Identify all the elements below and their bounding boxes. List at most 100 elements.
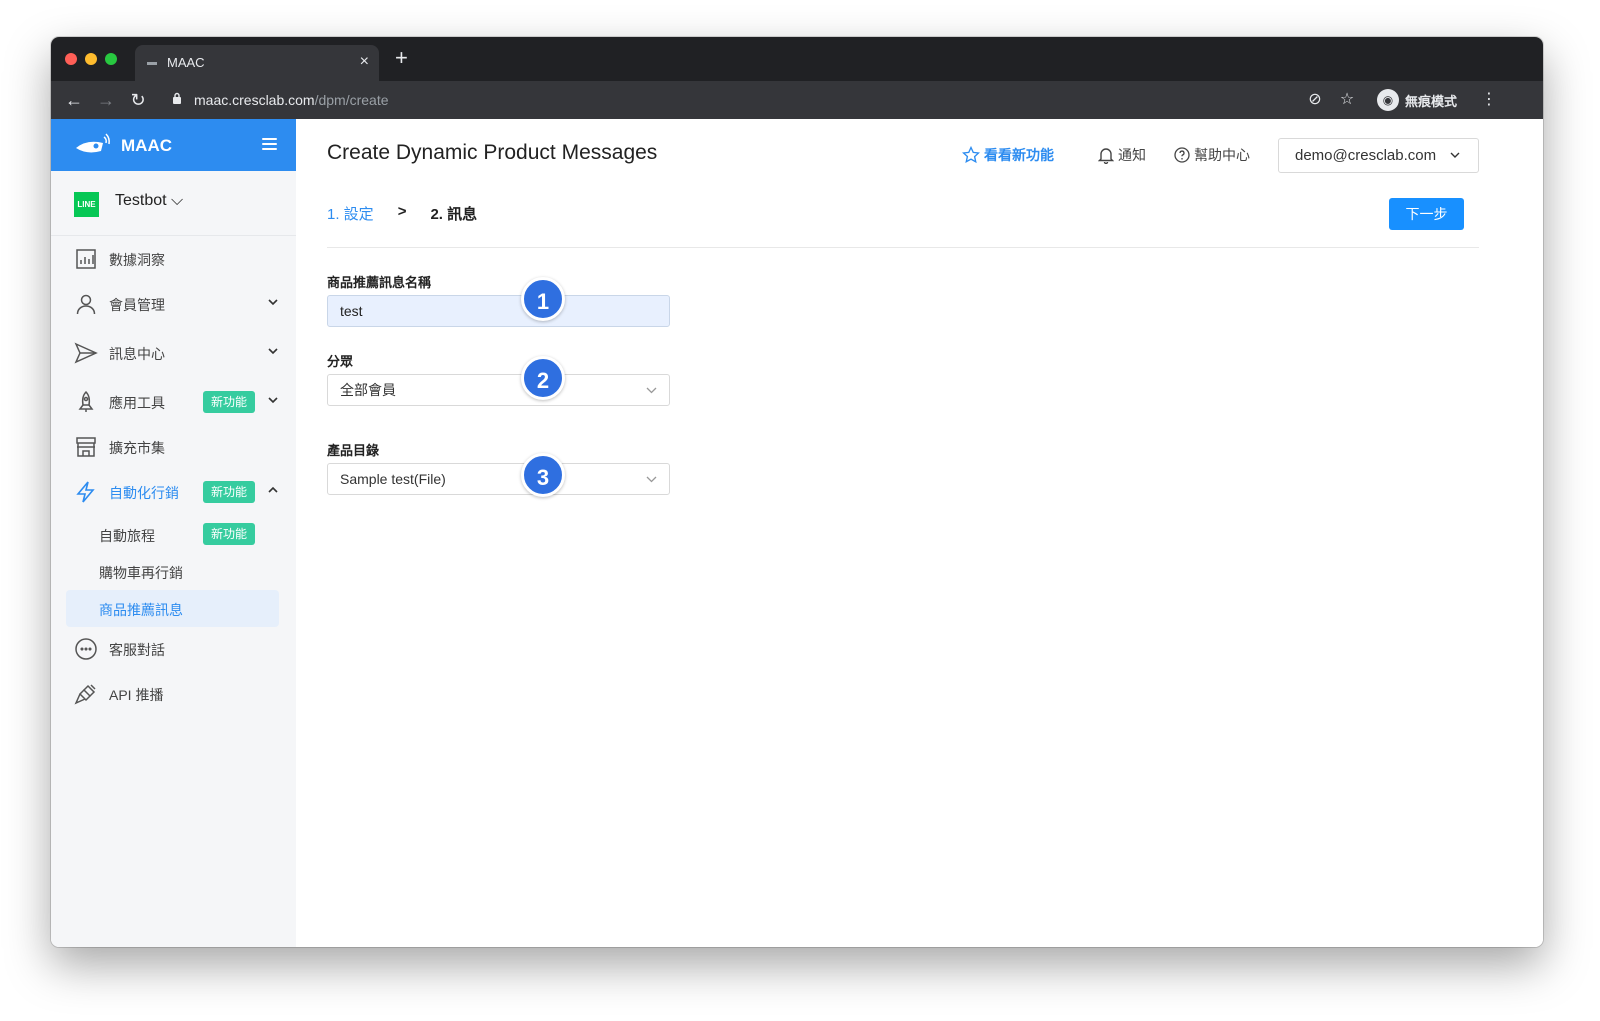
sidebar-item-chat[interactable]: 客服對話 (51, 627, 296, 671)
lock-icon (173, 92, 181, 104)
question-circle-icon (1174, 147, 1190, 163)
maximize-window-button[interactable] (105, 53, 117, 65)
star-outline-icon (962, 146, 980, 164)
whats-new-link[interactable]: 看看新功能 (962, 145, 1054, 165)
new-feature-badge: 新功能 (203, 481, 256, 503)
tab-close-icon[interactable]: × (360, 53, 369, 71)
minimize-window-button[interactable] (85, 53, 97, 65)
forward-icon[interactable]: → (95, 89, 117, 111)
segment-label: 分眾 (327, 354, 354, 369)
browser-window: ▬ MAAC × + ← → ↻ maac.cresclab.com/dpm/c… (51, 37, 1543, 947)
callout-badge: 2 (521, 356, 565, 400)
brand-bar: MAAC (51, 119, 296, 171)
sidebar-item-tools[interactable]: 應用工具 新功能 (51, 380, 296, 424)
sidebar-item-label: 客服對話 (109, 642, 165, 658)
chart-icon (76, 249, 96, 269)
url-text: maac.cresclab.com/dpm/create (194, 92, 389, 108)
favicon-icon: ▬ (147, 57, 157, 68)
message-name-input[interactable] (327, 295, 670, 327)
chat-icon (75, 638, 97, 660)
chevron-up-icon (268, 486, 278, 493)
incognito-indicator[interactable]: ◉ 無痕模式 (1377, 87, 1457, 113)
chevron-down-icon (646, 476, 657, 483)
step-breadcrumb: 1. 設定 > 2. 訊息 (327, 203, 477, 224)
lightning-icon (76, 481, 95, 503)
sidebar-subitem-journey[interactable]: 自動旅程 新功能 (51, 516, 296, 553)
chevron-down-icon (268, 397, 278, 404)
address-bar[interactable]: maac.cresclab.com/dpm/create (166, 86, 1366, 114)
sidebar-item-label: 自動化行銷 (109, 485, 179, 501)
sidebar-subitem-cart-remarketing[interactable]: 購物車再行銷 (51, 553, 296, 590)
tab-strip: ▬ MAAC × + (51, 37, 1543, 81)
new-feature-badge: 新功能 (203, 391, 256, 413)
bot-selector[interactable]: LINE Testbot ⌵ (51, 171, 296, 235)
next-button[interactable]: 下一步 (1389, 198, 1464, 230)
sidebar-subitem-product-recommendation[interactable]: 商品推薦訊息 (66, 590, 279, 627)
sidebar-subitem-label: 自動旅程 (99, 528, 155, 544)
sidebar-item-label: 應用工具 (109, 395, 165, 411)
sidebar-item-automation[interactable]: 自動化行銷 新功能 (51, 470, 296, 514)
back-icon[interactable]: ← (63, 89, 85, 111)
incognito-label: 無痕模式 (1405, 93, 1458, 109)
reload-icon[interactable]: ↻ (127, 89, 149, 111)
step-separator: > (397, 203, 407, 220)
browser-toolbar: ← → ↻ maac.cresclab.com/dpm/create ⊘ ☆ ◉… (51, 81, 1543, 119)
plug-icon (74, 684, 96, 705)
store-icon (76, 437, 96, 457)
browser-tab[interactable]: ▬ MAAC × (135, 45, 379, 81)
sidebar-item-marketplace[interactable]: 擴充市集 (51, 425, 296, 469)
rocket-icon (78, 390, 94, 412)
catalog-value: Sample test(File) (340, 471, 446, 487)
sidebar-item-messages[interactable]: 訊息中心 (51, 331, 296, 375)
sidebar-item-label: 訊息中心 (109, 346, 165, 362)
sidebar-item-label: 擴充市集 (109, 440, 165, 456)
menu-toggle-icon[interactable] (262, 138, 277, 151)
sidebar-subitem-label: 購物車再行銷 (99, 565, 183, 581)
user-icon (76, 294, 96, 315)
new-feature-badge: 新功能 (203, 523, 256, 545)
line-icon: LINE (74, 192, 99, 217)
callout-badge: 3 (521, 453, 565, 497)
send-icon (74, 342, 98, 364)
kebab-menu-icon[interactable]: ⋮ (1478, 89, 1500, 111)
step-settings[interactable]: 1. 設定 (327, 203, 374, 224)
user-account-dropdown[interactable]: demo@cresclab.com (1278, 138, 1479, 173)
user-email: demo@cresclab.com (1295, 147, 1437, 164)
maac-logo-icon (76, 133, 110, 153)
sidebar-item-label: API 推播 (109, 687, 164, 703)
page-title: Create Dynamic Product Messages (327, 141, 658, 164)
step-message: 2. 訊息 (430, 206, 478, 223)
tab-title: MAAC (167, 55, 205, 70)
brand-name: MAAC (121, 136, 172, 155)
incognito-icon: ◉ (1377, 89, 1399, 111)
new-tab-button[interactable]: + (395, 47, 408, 69)
notifications-link[interactable]: 通知 (1098, 145, 1146, 165)
help-center-link[interactable]: 幫助中心 (1174, 145, 1250, 165)
app: MAAC LINE Testbot ⌵ 數據洞察 會員管理 訊息中心 應用工具 … (51, 119, 1543, 947)
close-window-button[interactable] (65, 53, 77, 65)
callout-badge: 1 (521, 277, 565, 321)
main-content: Create Dynamic Product Messages 看看新功能 通知… (296, 119, 1543, 947)
divider (51, 235, 296, 236)
segment-value: 全部會員 (340, 382, 396, 398)
segment-select[interactable]: 全部會員 (327, 374, 670, 406)
sidebar-item-api[interactable]: API 推播 (51, 672, 296, 716)
sidebar-item-label: 會員管理 (109, 297, 165, 313)
message-name-label: 商品推薦訊息名稱 (327, 275, 432, 290)
bell-icon (1098, 148, 1114, 164)
chevron-down-icon (268, 299, 278, 306)
sidebar-item-members[interactable]: 會員管理 (51, 282, 296, 326)
eye-off-icon[interactable]: ⊘ (1304, 89, 1326, 111)
sidebar-item-label: 數據洞察 (109, 252, 165, 268)
bot-name: Testbot ⌵ (115, 192, 184, 209)
catalog-select[interactable]: Sample test(File) (327, 463, 670, 495)
chevron-down-icon (646, 387, 657, 394)
catalog-label: 產品目錄 (327, 443, 380, 458)
chevron-down-icon (268, 348, 278, 355)
sidebar-subitem-label: 商品推薦訊息 (99, 602, 183, 618)
chevron-down-icon (1450, 152, 1460, 158)
divider (327, 247, 1479, 248)
star-icon[interactable]: ☆ (1336, 89, 1358, 111)
sidebar: MAAC LINE Testbot ⌵ 數據洞察 會員管理 訊息中心 應用工具 … (51, 119, 296, 947)
sidebar-item-insights[interactable]: 數據洞察 (51, 237, 296, 281)
